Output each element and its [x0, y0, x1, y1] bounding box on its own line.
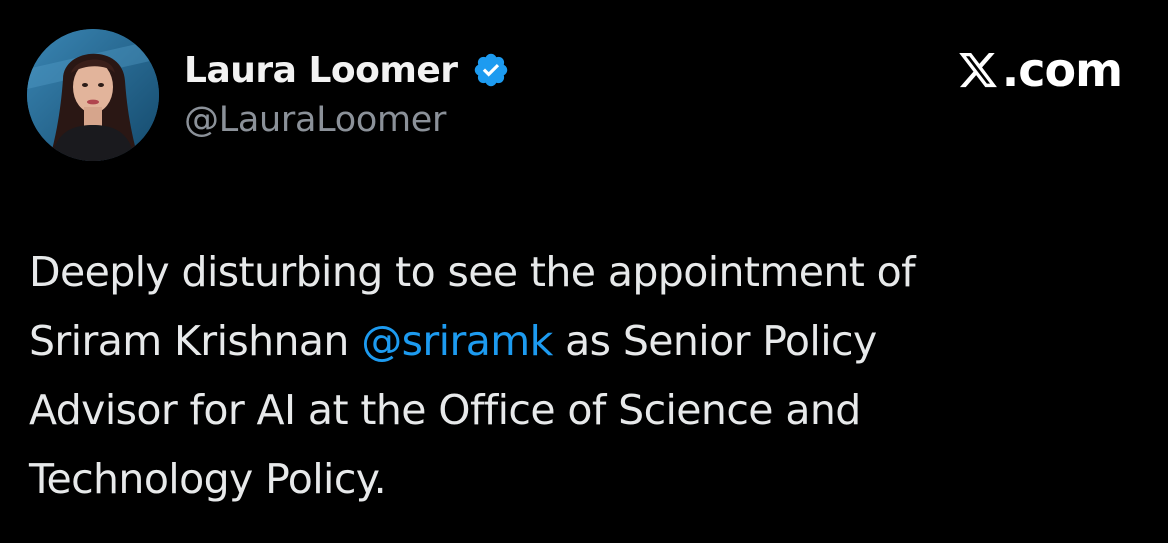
tweet-text: Deeply disturbing to see the appointment…	[29, 238, 1139, 514]
tweet-text-segment: Technology Policy.	[29, 455, 387, 503]
tweet-line: Deeply disturbing to see the appointment…	[29, 238, 1139, 307]
tweet-line: Sriram Krishnan @sriramk as Senior Polic…	[29, 307, 1139, 376]
profile-photo	[27, 29, 159, 161]
display-name[interactable]: Laura Loomer	[184, 50, 458, 91]
brand-watermark: .com	[956, 42, 1123, 98]
avatar[interactable]	[27, 29, 159, 161]
tweet-text-segment: Deeply disturbing to see the appointment…	[29, 248, 916, 296]
tweet-line: Advisor for AI at the Office of Science …	[29, 376, 1139, 445]
tweet-text-segment: as Senior Policy	[552, 317, 877, 365]
author-handle[interactable]: @LauraLoomer	[184, 100, 446, 140]
tweet-card: Laura Loomer @LauraLoomer .com Deeply di…	[0, 0, 1168, 543]
verified-badge-icon	[472, 51, 510, 89]
tweet-line: Technology Policy.	[29, 445, 1139, 514]
brand-text: .com	[1001, 43, 1123, 97]
author-name-row: Laura Loomer	[184, 46, 510, 94]
mention-link[interactable]: @sriramk	[361, 317, 553, 365]
tweet-text-segment: Sriram Krishnan	[29, 317, 362, 365]
x-logo-icon	[956, 49, 1000, 91]
tweet-text-segment: Advisor for AI at the Office of Science …	[29, 386, 861, 434]
